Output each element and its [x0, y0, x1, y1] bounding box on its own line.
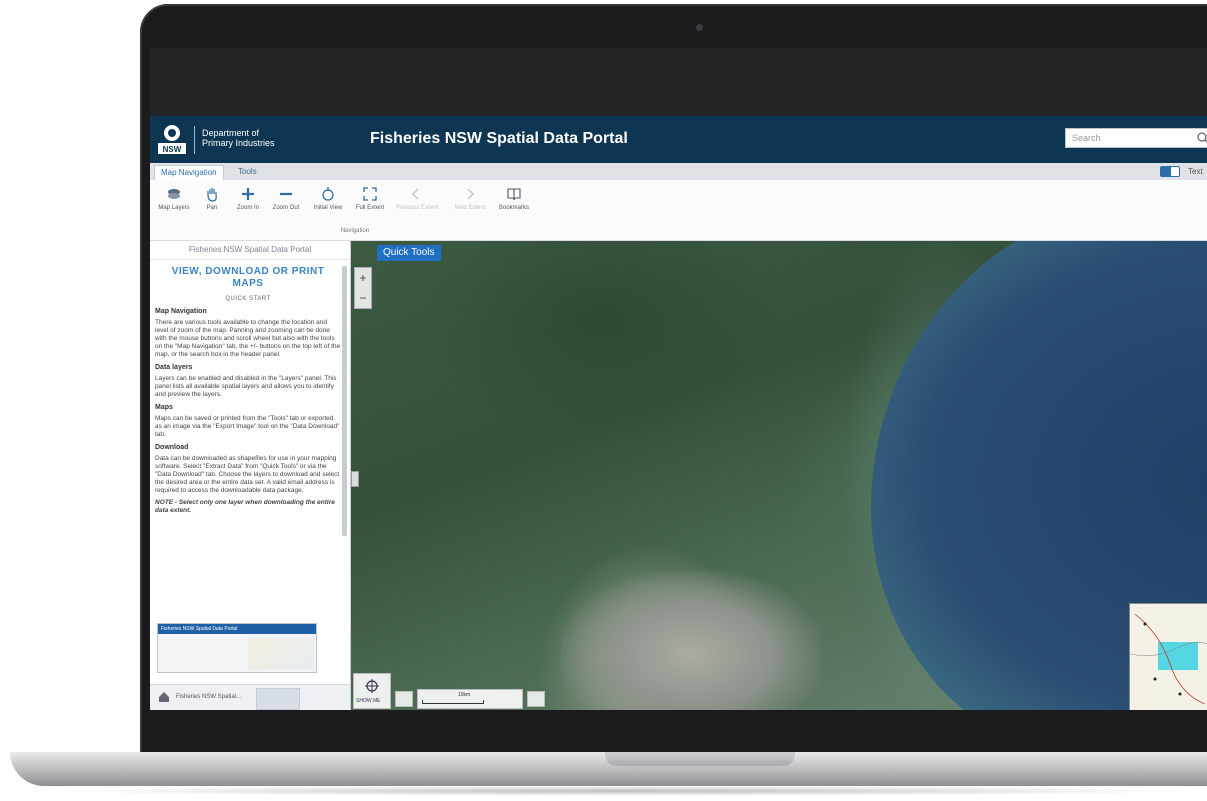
map-small-button[interactable]: [527, 691, 545, 707]
section-heading: Download: [155, 444, 189, 451]
search-input[interactable]: Search: [1065, 128, 1207, 148]
section-body: Data can be downloaded as shapefiles for…: [155, 455, 340, 494]
book-icon: [507, 188, 521, 201]
tool-label: Initial View: [313, 205, 343, 211]
zoom-control: + −: [354, 267, 372, 309]
tool-label: Next Extent: [454, 205, 486, 211]
pan-button[interactable]: Pan: [192, 184, 232, 220]
sidebar-title: VIEW, DOWNLOAD OR PRINT MAPS: [171, 266, 325, 289]
svg-text:NSW: NSW: [163, 145, 182, 154]
overview-roads: [1130, 613, 1207, 705]
preview-title: Fisheries NSW Spatial Data Portal: [158, 624, 316, 634]
section-body: There are various tools available to cha…: [155, 319, 341, 358]
toggle-label: Text: [1188, 167, 1203, 176]
laptop-screen: NSW Department of Primary Industries Fis…: [150, 48, 1207, 710]
previous-extent-button[interactable]: Previous Extent: [396, 184, 439, 220]
sidebar-footer: Fisheries NSW Spatial...: [150, 684, 350, 710]
page-title: Fisheries NSW Spatial Data Portal: [370, 130, 628, 147]
tool-label: Full Extent: [355, 205, 385, 211]
portal-preview-image: Fisheries NSW Spatial Data Portal: [157, 623, 317, 673]
laptop-notch: [605, 752, 795, 766]
section-body: Maps can be saved or printed from the "T…: [155, 415, 340, 438]
nsw-logo[interactable]: NSW Department of Primary Industries: [158, 123, 293, 157]
satellite-map[interactable]: Quick Tools + − SHOW ME 10km: [351, 241, 1207, 710]
tool-label: Previous Extent: [396, 205, 439, 211]
zoom-in-button[interactable]: Zoom In: [228, 184, 268, 220]
home-icon: [322, 187, 334, 201]
text-toggle[interactable]: [1160, 166, 1180, 177]
toolbar: Map Layers Pan Zoom In Zoom Out Initial …: [150, 180, 1207, 241]
hand-icon: [207, 188, 217, 202]
zoom-out-button[interactable]: Zoom Out: [266, 184, 306, 220]
next-extent-button[interactable]: Next Extent: [450, 184, 490, 220]
minus-icon: [280, 192, 292, 196]
layers-icon: [168, 189, 180, 199]
home-icon[interactable]: [158, 691, 170, 703]
map-zoom-out-button[interactable]: −: [355, 288, 371, 308]
footer-label[interactable]: Fisheries NSW Spatial...: [176, 694, 241, 700]
camera-icon: [696, 24, 703, 31]
section-body: Layers can be enabled and disabled in th…: [155, 375, 337, 398]
tool-label: Bookmarks: [498, 205, 529, 211]
search-placeholder: Search: [1072, 133, 1101, 143]
scale-line: [422, 700, 484, 704]
show-me-button[interactable]: SHOW ME: [353, 673, 391, 709]
forward-icon: [467, 188, 475, 200]
initial-view-button[interactable]: Initial View: [308, 184, 348, 220]
scale-label: 10km: [458, 692, 471, 698]
tool-label: Zoom In: [236, 205, 259, 211]
tool-label: Pan: [206, 205, 218, 211]
web-app: NSW Department of Primary Industries Fis…: [150, 116, 1207, 710]
map-urban-area: [561, 571, 821, 710]
sidebar-subtitle: QUICK START: [225, 296, 271, 302]
map-zoom-in-button[interactable]: +: [355, 268, 371, 288]
section-heading: Maps: [155, 404, 173, 411]
map-layers-button[interactable]: Map Layers: [154, 184, 194, 220]
laptop-shadow: [40, 786, 1207, 796]
org-line-2: Primary Industries: [202, 138, 275, 148]
toolbar-group-label: Navigation: [340, 228, 370, 234]
footer-thumbnail[interactable]: [256, 688, 300, 710]
scale-bar: 10km: [417, 689, 523, 709]
sidebar-header: Fisheries NSW Spatial Data Portal: [150, 241, 350, 260]
org-name: Department of Primary Industries: [202, 128, 302, 148]
bookmarks-button[interactable]: Bookmarks: [494, 184, 534, 220]
tool-label: Map Layers: [158, 205, 190, 211]
logo-divider: [194, 126, 195, 154]
map-small-button[interactable]: [395, 691, 413, 707]
sidebar-panel: Fisheries NSW Spatial Data Portal VIEW, …: [150, 241, 351, 710]
back-icon: [411, 188, 419, 200]
sidebar-scrollbar[interactable]: [342, 266, 347, 536]
download-note: NOTE - Select only one layer when downlo…: [155, 499, 335, 514]
search-icon[interactable]: [1196, 131, 1207, 145]
sidebar-content: VIEW, DOWNLOAD OR PRINT MAPS QUICK START…: [155, 266, 341, 646]
section-heading: Data layers: [155, 364, 193, 371]
app-header: NSW Department of Primary Industries Fis…: [150, 116, 1207, 163]
ribbon-tabs: Map Navigation Tools: [150, 163, 1207, 181]
locate-icon: [365, 679, 379, 693]
waratah-logo-icon: NSW: [158, 125, 186, 154]
tab-map-navigation[interactable]: Map Navigation: [154, 165, 224, 180]
overview-map[interactable]: [1129, 603, 1207, 710]
extent-icon: [363, 187, 377, 201]
plus-icon: [242, 188, 254, 200]
panel-drag-handle[interactable]: [351, 471, 359, 487]
quick-tools-button[interactable]: Quick Tools: [377, 245, 441, 261]
preview-map: [248, 638, 314, 670]
toggle-knob: [1171, 167, 1179, 176]
full-extent-button[interactable]: Full Extent: [350, 184, 390, 220]
show-me-label: SHOW ME: [356, 698, 381, 704]
tool-label: Zoom Out: [272, 205, 300, 211]
org-line-1: Department of: [202, 128, 260, 138]
tab-tools[interactable]: Tools: [232, 165, 263, 180]
section-heading: Map Navigation: [155, 308, 207, 315]
